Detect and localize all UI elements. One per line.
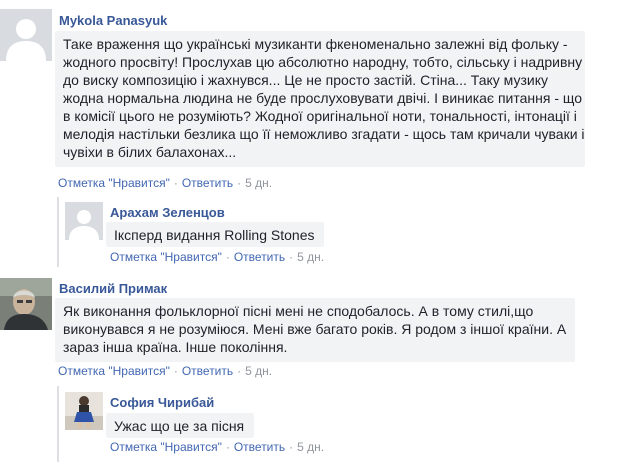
comment-author[interactable]: Арахам Зеленцов xyxy=(110,205,225,220)
comment-text-line: мелодія настільки безлика що її неможлив… xyxy=(63,126,585,142)
comment-text-line: в комісії цього не розуміють? Жодної ори… xyxy=(63,108,577,124)
separator: · xyxy=(237,364,242,378)
separator: · xyxy=(237,176,242,190)
comment-author[interactable]: Mykola Panasyuk xyxy=(59,13,167,28)
comment-actions: Отметка "Нравится" · Ответить · 5 дн. xyxy=(58,364,272,378)
comment-text-line: Ужас що це за пісня xyxy=(114,418,245,434)
like-link[interactable]: Отметка "Нравится" xyxy=(110,250,222,264)
comment-text-line: виконувався я не розуміюся. Мені вже баг… xyxy=(63,321,567,337)
comment-text-line: зараз інша країна. Інше покоління. xyxy=(63,339,288,355)
default-avatar-icon[interactable] xyxy=(65,202,103,240)
comment-text-line: чувіхи в білих балахонах... xyxy=(63,144,237,160)
comment-text: Таке враження що українські музиканти фк… xyxy=(55,31,585,167)
like-link[interactable]: Отметка "Нравится" xyxy=(110,440,222,454)
comment-text-line: Як виконання фольклорної пісні мені не с… xyxy=(63,303,534,319)
like-link[interactable]: Отметка "Нравится" xyxy=(58,364,170,378)
comment-text-line: до виску композицію і жахнувся... Це не … xyxy=(63,72,548,88)
comment-text-line: жодного просвіту! Прослухав цю абсолютно… xyxy=(63,54,583,70)
comment-actions: Отметка "Нравится" · Ответить · 5 дн. xyxy=(110,250,324,264)
comment-text: Як виконання фольклорної пісні мені не с… xyxy=(55,298,575,362)
comment-text-line: Таке враження що українські музиканти фк… xyxy=(63,36,568,52)
comment-actions: Отметка "Нравится" · Ответить · 5 дн. xyxy=(110,440,324,454)
separator: · xyxy=(289,250,294,264)
timestamp[interactable]: 5 дн. xyxy=(297,250,324,264)
comment-author[interactable]: Василий Примак xyxy=(59,281,167,296)
comment-text-line: жодна нормальна людина не буде прослухов… xyxy=(63,90,583,106)
timestamp[interactable]: 5 дн. xyxy=(245,364,272,378)
comment-text: Іксперд видання Rolling Stones xyxy=(106,222,324,247)
reply-link[interactable]: Ответить xyxy=(234,250,285,264)
reply-thread-line xyxy=(57,386,59,462)
comment-text: Ужас що це за пісня xyxy=(106,413,254,438)
separator: · xyxy=(225,440,230,454)
separator: · xyxy=(173,364,178,378)
reply-link[interactable]: Ответить xyxy=(182,176,233,190)
reply-link[interactable]: Ответить xyxy=(234,440,285,454)
default-avatar-icon[interactable] xyxy=(0,9,52,61)
comment-text-line: Іксперд видання Rolling Stones xyxy=(114,227,315,243)
separator: · xyxy=(173,176,178,190)
separator: · xyxy=(289,440,294,454)
timestamp[interactable]: 5 дн. xyxy=(245,176,272,190)
reply-link[interactable]: Ответить xyxy=(182,364,233,378)
user-photo-avatar[interactable] xyxy=(65,392,103,430)
separator: · xyxy=(225,250,230,264)
reply-thread-line xyxy=(57,197,59,267)
comment-author[interactable]: София Чирибай xyxy=(110,395,214,410)
user-photo-avatar[interactable] xyxy=(0,278,52,330)
comment-actions: Отметка "Нравится" · Ответить · 5 дн. xyxy=(58,176,272,190)
timestamp[interactable]: 5 дн. xyxy=(297,440,324,454)
like-link[interactable]: Отметка "Нравится" xyxy=(58,176,170,190)
